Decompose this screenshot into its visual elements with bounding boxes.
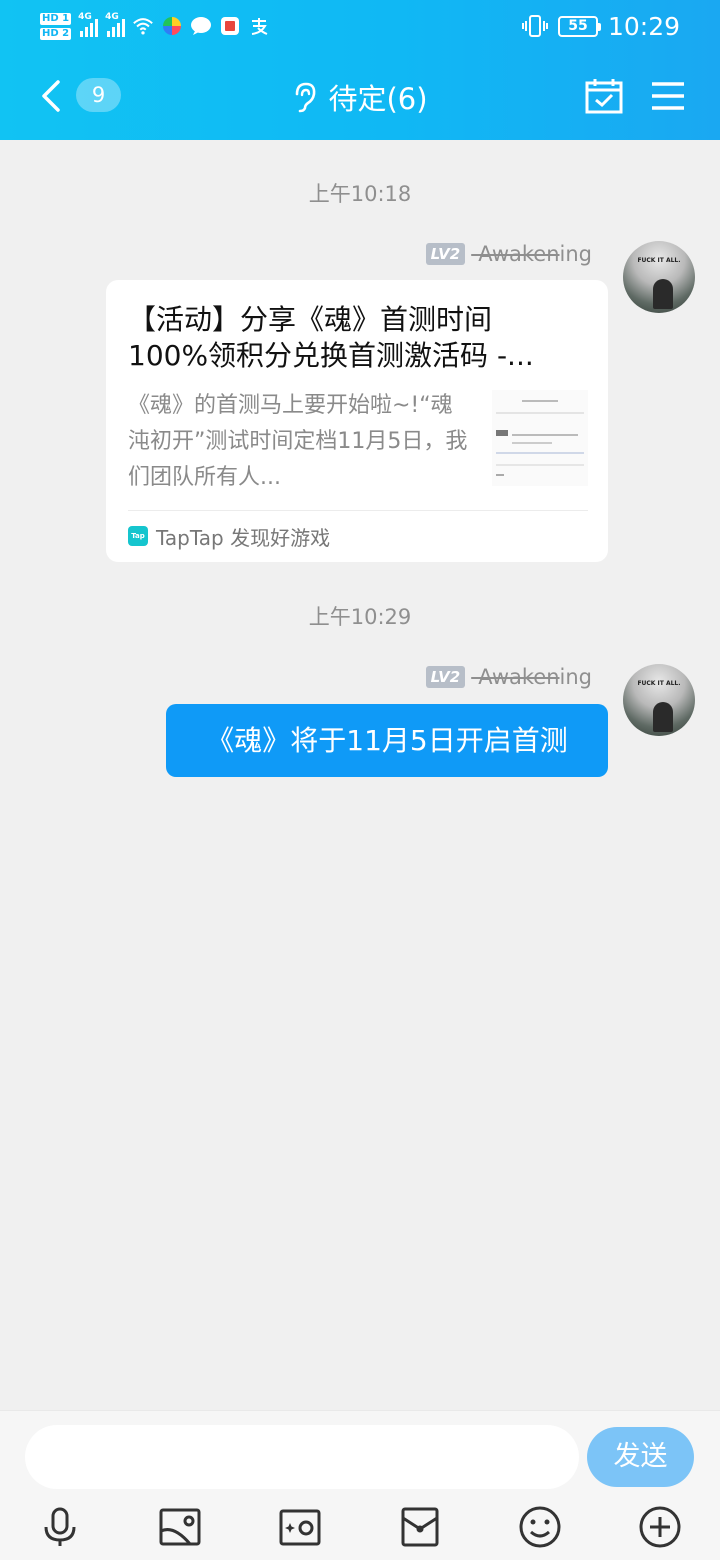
send-button[interactable]: 发送: [587, 1427, 694, 1487]
divider: [128, 510, 588, 511]
composer: 发送: [0, 1410, 720, 1560]
card-thumbnail: [492, 390, 588, 486]
avatar-text: FUCK IT ALL.: [637, 680, 681, 687]
alipay-icon: [248, 15, 270, 37]
signal-icon: 4G: [78, 12, 99, 37]
message-time: 上午10:18: [308, 182, 412, 206]
emoji-button[interactable]: [518, 1505, 562, 1549]
plus-button[interactable]: [638, 1505, 682, 1549]
link-card[interactable]: 【活动】分享《魂》首测时间100%领积分兑换首测激活码 -... 《魂》的首测马…: [106, 280, 608, 562]
card-title: 【活动】分享《魂》首测时间100%领积分兑换首测激活码 -...: [128, 303, 534, 372]
sender-name-rest: ing: [559, 242, 592, 266]
hamburger-icon: [652, 82, 684, 110]
plus-icon: [639, 1506, 681, 1548]
microphone-button[interactable]: [38, 1505, 82, 1549]
card-source: Tap TapTap 发现好游戏: [128, 522, 330, 550]
nav-bar: 9 待定(6): [0, 52, 720, 140]
ear-icon: [296, 82, 316, 113]
image-icon: [159, 1508, 201, 1546]
header: HD 1 HD 2 4G 4G 55 10:29 9 待定(6): [0, 0, 720, 140]
battery-icon: 55: [557, 15, 601, 37]
camera-button[interactable]: [278, 1505, 322, 1549]
sender-name[interactable]: -Awakening: [471, 242, 592, 266]
battery-level: 55: [568, 18, 588, 34]
emoji-icon: [519, 1506, 561, 1548]
avatar-text: FUCK IT ALL.: [637, 257, 681, 264]
vibrate-icon: [521, 13, 548, 39]
calendar-check-icon: [585, 79, 623, 114]
status-bar: HD 1 HD 2 4G 4G 55 10:29: [0, 0, 720, 52]
book-icon: [219, 15, 241, 37]
image-button[interactable]: [158, 1505, 202, 1549]
signal-icon-2: 4G: [105, 12, 126, 37]
chat-icon: [190, 15, 212, 37]
sender-info: LV2 -Awakening: [425, 664, 592, 690]
taptap-logo-icon: Tap: [128, 526, 148, 546]
card-source-label: TapTap 发现好游戏: [156, 525, 331, 550]
network-label-2: 4G: [105, 12, 119, 22]
page-title: 待定(6): [328, 82, 428, 116]
wifi-icon: [132, 15, 154, 37]
avatar[interactable]: FUCK IT ALL.: [623, 241, 695, 313]
hd2-label: HD 2: [40, 27, 72, 40]
avatar[interactable]: FUCK IT ALL.: [623, 664, 695, 736]
sender-name-struck: -Awaken: [471, 665, 560, 689]
message-input[interactable]: [25, 1425, 579, 1489]
sender-name-rest: ing: [559, 665, 592, 689]
hd1-label: HD 1: [40, 12, 72, 25]
level-badge: LV2: [425, 666, 466, 688]
app-icon: [161, 15, 183, 37]
message-time: 上午10:29: [308, 605, 412, 629]
card-description: 《魂》的首测马上要开始啦~!“魂沌初开”测试时间定档11月5日，我们团队所有人.…: [128, 393, 468, 490]
clock: 10:29: [607, 11, 680, 41]
menu-button[interactable]: [650, 80, 686, 112]
camera-icon: [279, 1509, 321, 1546]
sender-name-struck: -Awaken: [471, 242, 560, 266]
sender-info: LV2 -Awakening: [425, 241, 592, 267]
level-badge: LV2: [425, 243, 466, 265]
sender-name[interactable]: -Awakening: [471, 665, 592, 689]
message-bubble[interactable]: 《魂》将于11月5日开启首测: [166, 704, 608, 777]
hd-indicator: HD 1 HD 2: [40, 12, 72, 40]
network-label: 4G: [78, 12, 92, 22]
calendar-button[interactable]: [584, 76, 624, 116]
microphone-icon: [44, 1507, 76, 1546]
red-packet-icon: [401, 1507, 439, 1547]
red-packet-button[interactable]: [398, 1505, 442, 1549]
